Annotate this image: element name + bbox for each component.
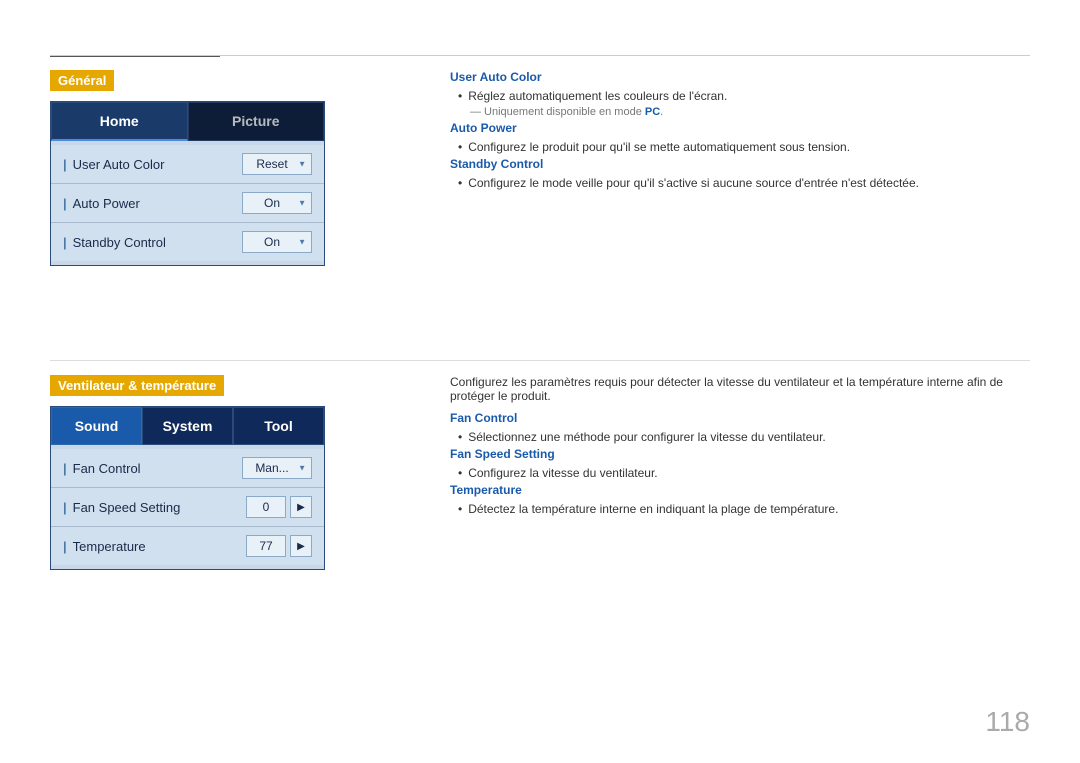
value-temperature: 77: [246, 535, 286, 557]
desc-title-auto-power: Auto Power: [450, 121, 1030, 135]
menu-item-auto-power: Auto Power On: [51, 184, 324, 223]
desc-title-standby-control: Standby Control: [450, 157, 1030, 171]
desc-bullet-auto-power: Configurez le produit pour qu'il se mett…: [458, 140, 1030, 154]
general-section: Général Home Picture User Auto Color Res…: [50, 70, 325, 266]
desc-user-auto-color: User Auto Color Réglez automatiquement l…: [450, 70, 1030, 118]
dropdown-fan-control[interactable]: Man...: [242, 457, 312, 479]
desc-title-temperature: Temperature: [450, 483, 1030, 497]
desc-title-fan-speed: Fan Speed Setting: [450, 447, 1030, 461]
menu-item-fan-control: Fan Control Man...: [51, 449, 324, 488]
desc-bullet-fan-speed: Configurez la vitesse du ventilateur.: [458, 466, 1030, 480]
desc-title-fan-control: Fan Control: [450, 411, 1030, 425]
ventilateur-menu-panel: Sound System Tool Fan Control Man... Fan…: [50, 406, 325, 570]
control-auto-power: On: [242, 192, 312, 214]
ventilateur-menu-items: Fan Control Man... Fan Speed Setting 0 ▶…: [51, 445, 324, 569]
page-container: Général Home Picture User Auto Color Res…: [0, 0, 1080, 763]
general-header: Général: [50, 70, 325, 91]
desc-fan-control: Fan Control Sélectionnez une méthode pou…: [450, 411, 1030, 444]
general-menu-items: User Auto Color Reset Auto Power On Stan…: [51, 141, 324, 265]
menu-item-temperature: Temperature 77 ▶: [51, 527, 324, 565]
menu-item-user-auto-color: User Auto Color Reset: [51, 145, 324, 184]
desc-bullet-standby-control: Configurez le mode veille pour qu'il s'a…: [458, 176, 1030, 190]
ventilateur-tabs: Sound System Tool: [51, 407, 324, 445]
dropdown-standby-control[interactable]: On: [242, 231, 312, 253]
desc-temperature: Temperature Détectez la température inte…: [450, 483, 1030, 516]
tab-home[interactable]: Home: [51, 102, 188, 141]
control-temperature: 77 ▶: [246, 535, 312, 557]
ventilateur-section: Ventilateur & température Sound System T…: [50, 375, 325, 570]
tab-sound[interactable]: Sound: [51, 407, 142, 445]
general-title: Général: [50, 70, 114, 91]
label-fan-speed: Fan Speed Setting: [63, 500, 180, 515]
general-descriptions: User Auto Color Réglez automatiquement l…: [450, 70, 1030, 193]
label-standby-control: Standby Control: [63, 235, 166, 250]
tab-tool[interactable]: Tool: [233, 407, 324, 445]
dropdown-user-auto-color[interactable]: Reset: [242, 153, 312, 175]
menu-item-fan-speed: Fan Speed Setting 0 ▶: [51, 488, 324, 527]
value-fan-speed: 0: [246, 496, 286, 518]
label-temperature: Temperature: [63, 539, 146, 554]
tab-picture[interactable]: Picture: [188, 102, 325, 141]
label-fan-control: Fan Control: [63, 461, 141, 476]
arrow-temperature[interactable]: ▶: [290, 535, 312, 557]
desc-sub-highlight: PC: [645, 106, 660, 118]
page-number: 118: [985, 706, 1030, 738]
menu-item-standby-control: Standby Control On: [51, 223, 324, 261]
desc-bullet-temperature: Détectez la température interne en indiq…: [458, 502, 1030, 516]
general-tabs: Home Picture: [51, 102, 324, 141]
ventilateur-intro: Configurez les paramètres requis pour dé…: [450, 375, 1030, 403]
label-user-auto-color: User Auto Color: [63, 157, 164, 172]
general-menu-panel: Home Picture User Auto Color Reset Auto …: [50, 101, 325, 266]
tab-system[interactable]: System: [142, 407, 233, 445]
desc-title-user-auto-color: User Auto Color: [450, 70, 1030, 84]
desc-standby-control: Standby Control Configurez le mode veill…: [450, 157, 1030, 190]
desc-sub-user-auto-color: — Uniquement disponible en mode PC.: [470, 106, 1030, 118]
arrow-fan-speed[interactable]: ▶: [290, 496, 312, 518]
control-user-auto-color: Reset: [242, 153, 312, 175]
label-auto-power: Auto Power: [63, 196, 140, 211]
control-fan-speed: 0 ▶: [246, 496, 312, 518]
ventilateur-descriptions: Configurez les paramètres requis pour dé…: [450, 375, 1030, 519]
control-fan-control: Man...: [242, 457, 312, 479]
ventilateur-title: Ventilateur & température: [50, 375, 224, 396]
desc-bullet-user-auto-color: Réglez automatiquement les couleurs de l…: [458, 89, 1030, 103]
ventilateur-header-wrap: Ventilateur & température: [50, 375, 325, 396]
desc-fan-speed: Fan Speed Setting Configurez la vitesse …: [450, 447, 1030, 480]
top-line: [50, 55, 1030, 56]
desc-bullet-fan-control: Sélectionnez une méthode pour configurer…: [458, 430, 1030, 444]
control-standby-control: On: [242, 231, 312, 253]
section-divider: [50, 360, 1030, 361]
dropdown-auto-power[interactable]: On: [242, 192, 312, 214]
desc-auto-power: Auto Power Configurez le produit pour qu…: [450, 121, 1030, 154]
